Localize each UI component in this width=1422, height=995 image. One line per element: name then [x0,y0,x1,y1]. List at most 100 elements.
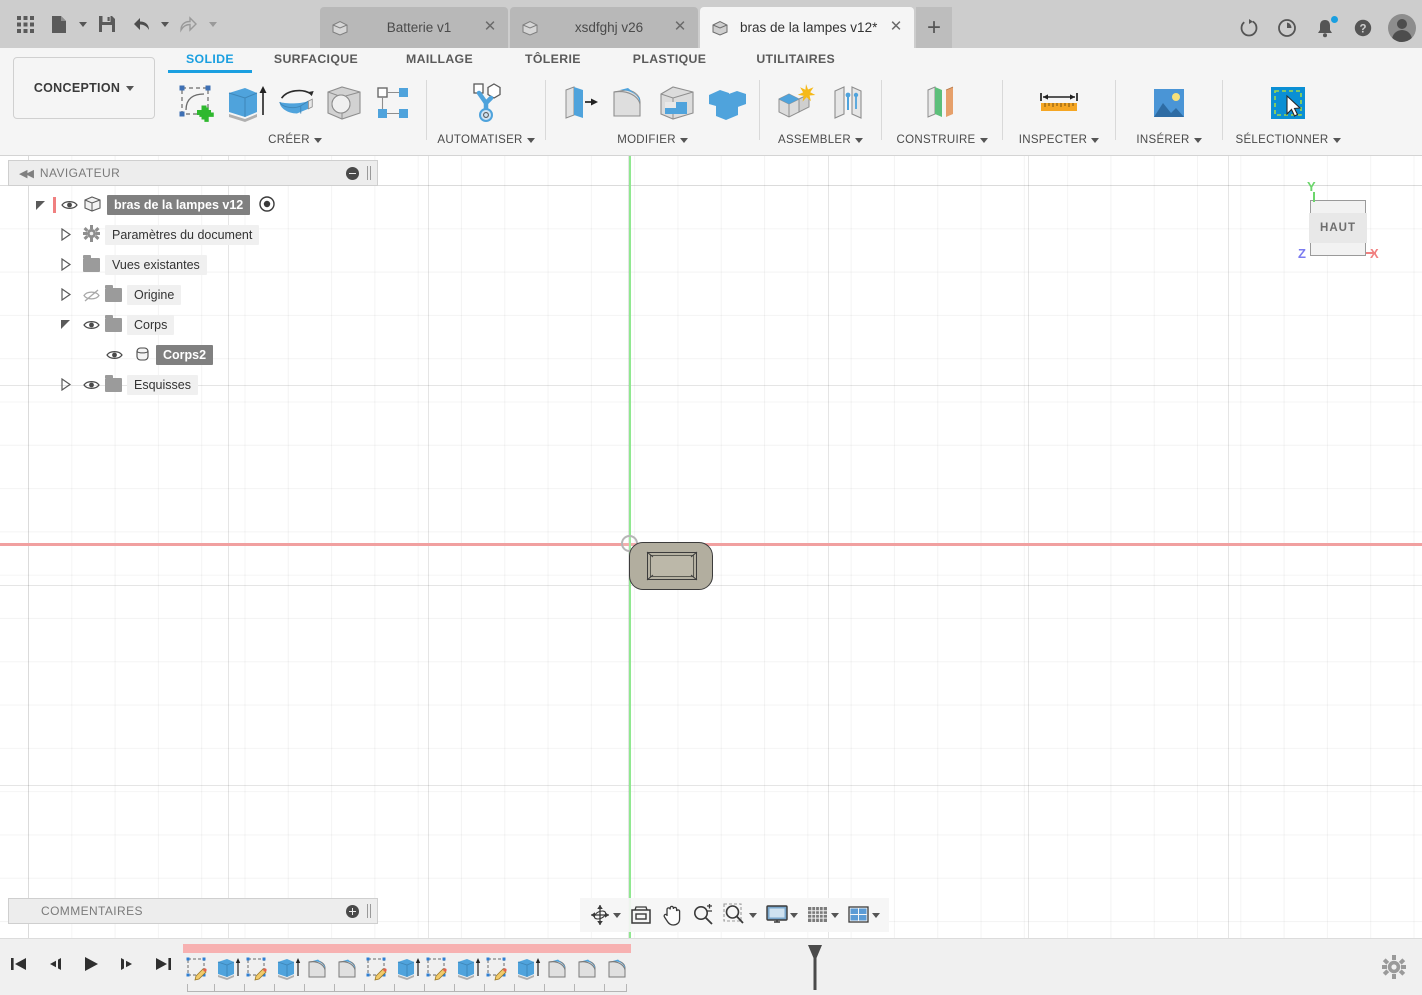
save-icon[interactable] [90,4,124,44]
tree-row-corps2[interactable]: Corps2 [8,344,378,366]
collapse-all-icon[interactable] [346,166,359,180]
press-pull-icon[interactable] [556,76,602,130]
panel-label-inspecter[interactable]: INSPECTER [1019,134,1100,146]
timeline-feature-fillet[interactable] [333,954,363,984]
construction-plane-icon[interactable] [916,76,968,130]
panel-label-construire[interactable]: CONSTRUIRE [896,134,988,146]
panel-label-selectionner[interactable]: SÉLECTIONNER [1235,134,1341,146]
measure-icon[interactable] [1033,76,1085,130]
grid-snaps-icon[interactable] [804,900,842,930]
panel-label-assembler[interactable]: ASSEMBLER [778,134,863,146]
redo-dropdown[interactable] [206,4,220,44]
create-sketch-icon[interactable] [174,76,220,130]
timeline-feature-fillet[interactable] [573,954,603,984]
solid-body-corps2[interactable] [629,542,713,590]
step-forward-button[interactable] [114,951,140,977]
viewport-3d[interactable]: HAUT Y X Z ◀◀ NAVIGATEUR bras de la lamp… [0,156,1422,938]
zoom-icon[interactable] [689,900,717,930]
timeline-feature-sketch[interactable] [243,954,273,984]
document-tab-1[interactable]: xsdfghj v26 ✕ [510,7,698,48]
panel-resize-grip[interactable] [367,904,371,918]
expand-arrow-icon[interactable] [60,257,74,272]
ribbon-tab-solide[interactable]: SOLIDE [168,48,252,73]
ribbon-tab-plastique[interactable]: PLASTIQUE [607,48,733,70]
joint-icon[interactable] [825,76,871,130]
notifications-bell-icon[interactable] [1312,15,1338,41]
timeline-feature-extrude[interactable] [453,954,483,984]
timeline-feature-fillet[interactable] [543,954,573,984]
display-settings-icon[interactable] [763,900,801,930]
select-icon[interactable] [1262,76,1314,130]
pattern-icon[interactable] [370,76,416,130]
workspace-switcher[interactable]: CONCEPTION [13,57,155,119]
timeline-feature-fillet[interactable] [603,954,633,984]
timeline-feature-sketch[interactable] [183,954,213,984]
view-cube[interactable]: HAUT Y X Z [1282,178,1382,278]
timeline-track[interactable] [183,944,822,992]
document-tab-0[interactable]: Batterie v1 ✕ [320,7,508,48]
viewports-icon[interactable] [845,900,883,930]
tree-row-esquisses[interactable]: Esquisses [8,374,378,396]
automate-icon[interactable] [460,76,512,130]
timeline-feature-sketch[interactable] [363,954,393,984]
panel-label-automatiser[interactable]: AUTOMATISER [437,134,535,146]
redo-icon[interactable] [172,4,206,44]
new-component-icon[interactable] [770,76,822,130]
timeline-feature-extrude[interactable] [513,954,543,984]
tree-label-corps2[interactable]: Corps2 [156,345,214,365]
zoom-window-icon[interactable] [720,900,760,930]
timeline-marker[interactable] [807,944,823,990]
fit-icon[interactable] [627,900,655,930]
visibility-eye-icon[interactable] [61,199,78,211]
undo-dropdown[interactable] [158,4,172,44]
timeline-feature-extrude[interactable] [213,954,243,984]
collapse-left-icon[interactable]: ◀◀ [15,167,34,180]
fillet-icon[interactable] [605,76,651,130]
tree-label-corps[interactable]: Corps [127,315,175,335]
activate-component-icon[interactable] [259,195,275,215]
tree-label-esquisses[interactable]: Esquisses [127,375,198,395]
insert-image-icon[interactable] [1143,76,1195,130]
step-back-button[interactable] [42,951,68,977]
tree-label-parametres[interactable]: Paramètres du document [105,225,260,245]
tree-row-origine[interactable]: Origine [8,284,378,306]
job-status-icon[interactable] [1274,15,1300,41]
play-button[interactable] [78,951,104,977]
panel-label-creer[interactable]: CRÉER [268,134,322,146]
help-icon[interactable]: ? [1350,15,1376,41]
ribbon-tab-surfacique[interactable]: SURFACIQUE [252,48,380,70]
ribbon-tab-maillage[interactable]: MAILLAGE [380,48,499,70]
new-file-icon[interactable] [42,4,76,44]
tree-row-vues[interactable]: Vues existantes [8,254,378,276]
undo-icon[interactable] [124,4,158,44]
visibility-eye-icon[interactable] [83,379,100,391]
new-file-dropdown[interactable] [76,4,90,44]
shell-icon[interactable] [654,76,700,130]
tree-row-corps[interactable]: Corps [8,314,378,336]
panel-label-modifier[interactable]: MODIFIER [617,134,688,146]
expand-arrow-icon[interactable] [60,318,74,332]
close-icon[interactable]: ✕ [888,19,904,36]
timeline-feature-extrude[interactable] [393,954,423,984]
panel-resize-grip[interactable] [367,166,371,180]
tree-row-root[interactable]: bras de la lampes v12 [8,194,378,216]
view-cube-face-top[interactable]: HAUT [1309,200,1367,256]
orbit-icon[interactable] [586,900,624,930]
timeline-feature-fillet[interactable] [303,954,333,984]
refresh-icon[interactable] [1236,15,1262,41]
timeline-feature-sketch[interactable] [423,954,453,984]
sphere-icon[interactable] [321,76,367,130]
add-comment-icon[interactable] [346,904,359,918]
go-to-beginning-button[interactable] [6,951,32,977]
revolve-icon[interactable] [272,76,318,130]
expand-arrow-icon[interactable] [60,377,74,392]
panel-label-inserer[interactable]: INSÉRER [1136,134,1202,146]
expand-arrow-icon[interactable] [60,287,74,302]
expand-arrow-icon[interactable] [34,198,48,212]
timeline-feature-extrude[interactable] [273,954,303,984]
ribbon-tab-utilitaires[interactable]: UTILITAIRES [732,48,859,70]
close-icon[interactable]: ✕ [482,19,498,36]
pan-icon[interactable] [658,900,686,930]
document-tab-2[interactable]: bras de la lampes v12* ✕ [700,7,914,48]
expand-arrow-icon[interactable] [60,227,74,242]
